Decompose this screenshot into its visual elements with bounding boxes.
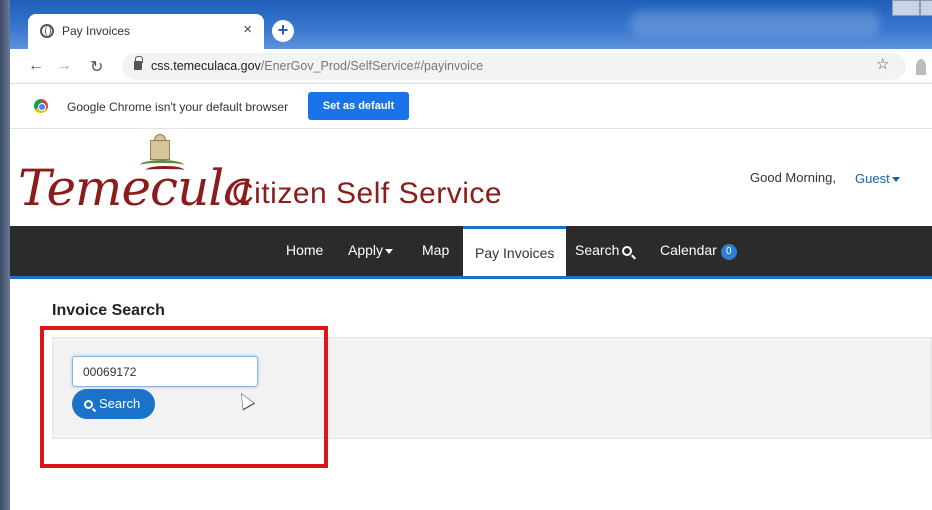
tab-title: Pay Invoices	[62, 24, 131, 38]
window-edge	[0, 0, 10, 510]
new-tab-button[interactable]: +	[272, 20, 294, 42]
chevron-down-icon	[385, 248, 394, 254]
nav-calendar-label: Calendar	[660, 242, 717, 258]
greeting-text: Good Morning,	[750, 170, 836, 185]
nav-search-label: Search	[575, 242, 620, 258]
screen: Pay Invoices × + ← → ↻ css.temeculaca.go…	[0, 0, 932, 510]
url-host: css.temeculaca.gov	[151, 59, 261, 73]
profile-icon[interactable]	[916, 59, 926, 75]
chevron-down-icon	[891, 177, 900, 183]
main-content: Invoice Search Search	[10, 282, 932, 510]
main-nav: Home Apply Map Pay Invoices Search Calen…	[10, 226, 932, 279]
back-arrow-icon[interactable]: ←	[28, 57, 44, 75]
section-title: Invoice Search	[52, 302, 165, 319]
browser-tab[interactable]: Pay Invoices ×	[28, 14, 264, 49]
nav-search[interactable]: Search	[575, 242, 633, 258]
maximize-button[interactable]	[920, 0, 932, 16]
nav-apply[interactable]: Apply	[348, 242, 394, 258]
titlebar-haze	[630, 10, 880, 36]
star-icon[interactable]: ☆	[876, 55, 889, 73]
nav-apply-label: Apply	[348, 242, 384, 258]
temecula-logo[interactable]: Temecula	[18, 159, 253, 217]
user-name: Guest	[855, 171, 890, 186]
lock-icon	[134, 56, 143, 70]
infobar-message: Google Chrome isn't your default browser	[67, 100, 289, 114]
set-as-default-button[interactable]: Set as default	[308, 92, 409, 120]
nav-home[interactable]: Home	[286, 242, 323, 258]
address-bar: ← → ↻ css.temeculaca.gov/EnerGov_Prod/Se…	[10, 49, 932, 84]
browser-tab-strip: Pay Invoices × +	[10, 0, 932, 49]
calendar-count-badge: 0	[720, 244, 737, 260]
minimize-button[interactable]	[892, 0, 920, 16]
site-title: Citizen Self Service	[232, 177, 503, 210]
site-header: Temecula Citizen Self Service Good Morni…	[10, 129, 932, 226]
reload-icon[interactable]: ↻	[90, 57, 103, 77]
user-menu[interactable]: Guest	[855, 171, 900, 186]
url-field[interactable]: css.temeculaca.gov/EnerGov_Prod/SelfServ…	[122, 53, 906, 80]
forward-arrow-icon[interactable]: →	[56, 57, 72, 75]
highlight-annotation	[40, 326, 328, 468]
url-text: css.temeculaca.gov/EnerGov_Prod/SelfServ…	[151, 59, 483, 73]
default-browser-infobar: Google Chrome isn't your default browser…	[10, 84, 932, 129]
nav-calendar[interactable]: Calendar 0	[660, 242, 737, 260]
search-icon	[622, 246, 633, 256]
url-path: /EnerGov_Prod/SelfService#/payinvoice	[260, 59, 484, 73]
close-icon[interactable]: ×	[243, 21, 252, 38]
nav-map[interactable]: Map	[422, 242, 449, 258]
chrome-logo-icon	[34, 99, 48, 113]
globe-icon	[40, 24, 54, 38]
nav-pay-invoices[interactable]: Pay Invoices	[463, 226, 567, 276]
